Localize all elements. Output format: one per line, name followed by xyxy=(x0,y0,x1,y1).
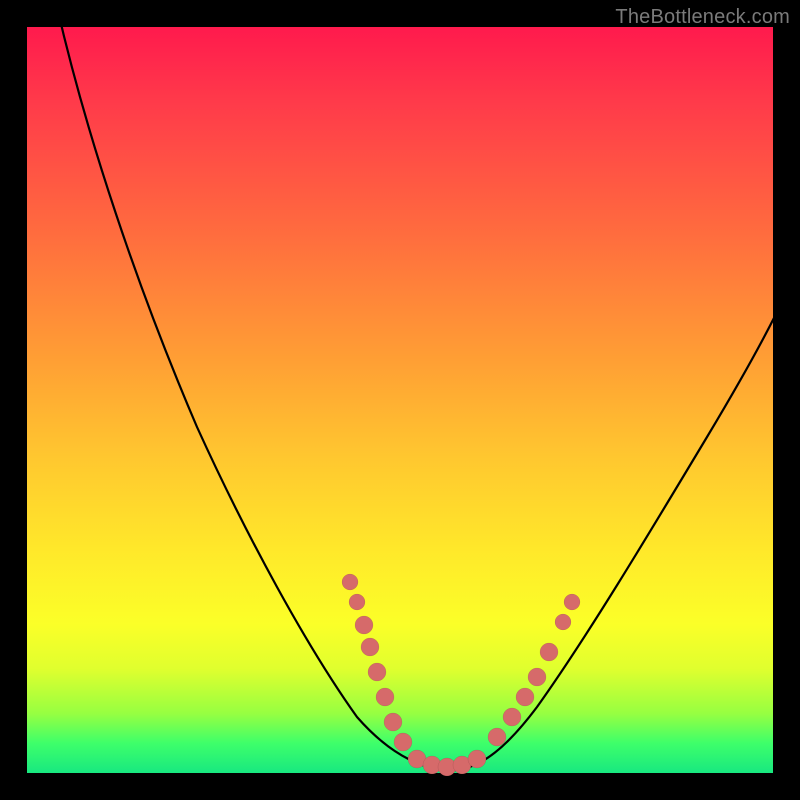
watermark-text: TheBottleneck.com xyxy=(615,6,790,29)
curve-svg xyxy=(27,27,773,773)
plot-area xyxy=(27,27,773,773)
chart-frame: TheBottleneck.com xyxy=(0,0,800,800)
bottleneck-curve xyxy=(57,7,777,770)
marker-dots xyxy=(342,574,580,776)
